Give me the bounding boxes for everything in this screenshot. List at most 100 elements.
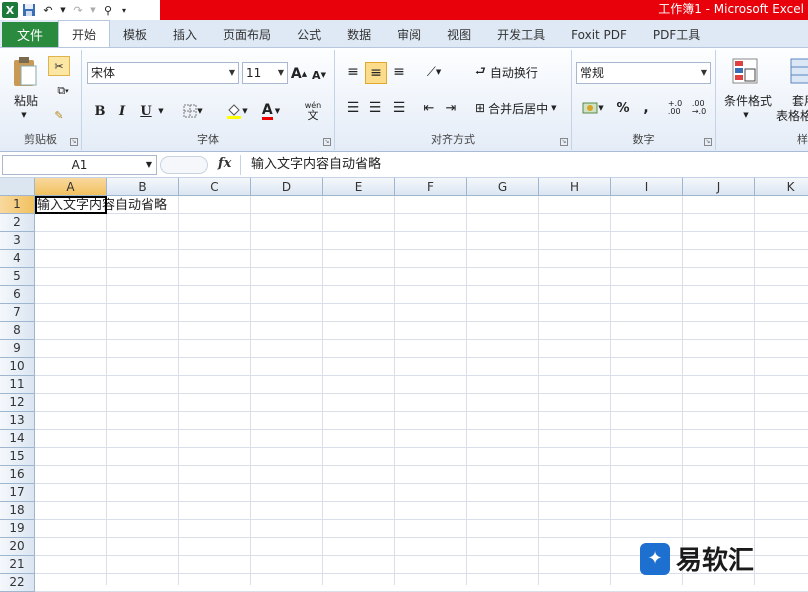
binoculars-icon[interactable]: ⚲ [100,2,116,18]
clipboard-launcher-icon[interactable]: ↘ [70,138,78,146]
tab-templates[interactable]: 模板 [110,22,160,47]
column-header-j[interactable]: J [683,178,755,196]
row-header-19[interactable]: 19 [0,520,35,538]
column-header-h[interactable]: H [539,178,611,196]
row-header-10[interactable]: 10 [0,358,35,376]
alignment-launcher-icon[interactable]: ↘ [560,138,568,146]
row-header-14[interactable]: 14 [0,430,35,448]
column-header-a[interactable]: A [35,178,107,196]
column-header-b[interactable]: B [107,178,179,196]
tab-data[interactable]: 数据 [334,22,384,47]
spreadsheet-grid[interactable]: ABCDEFGHIJK 1 2 3 4 5 6 7 8 9 10 11 12 13 14 15 16 17 18 1… [0,178,808,592]
underline-button[interactable]: U [136,100,156,122]
row-header-15[interactable]: 15 [0,448,35,466]
tab-formulas[interactable]: 公式 [284,22,334,47]
conditional-format-icon[interactable] [730,56,760,86]
redo-icon[interactable]: ↷ [70,2,86,18]
align-center-icon[interactable]: ☰ [365,98,385,118]
paste-icon[interactable] [8,54,42,90]
row-header-12[interactable]: 12 [0,394,35,412]
column-header-d[interactable]: D [251,178,323,196]
number-launcher-icon[interactable]: ↘ [704,138,712,146]
decrease-indent-icon[interactable]: ⇤ [419,98,439,118]
font-name-select[interactable]: 宋体 ▼ [87,62,239,84]
column-header-c[interactable]: C [179,178,251,196]
tab-insert[interactable]: 插入 [160,22,210,47]
column-header-f[interactable]: F [395,178,467,196]
comma-button[interactable]: , [638,98,654,118]
format-painter-icon[interactable]: ✎ [48,106,70,124]
font-launcher-icon[interactable]: ↘ [323,138,331,146]
bold-button[interactable]: B [90,100,110,122]
column-header-e[interactable]: E [323,178,395,196]
conditional-format-dropdown-icon[interactable]: ▼ [740,110,752,120]
column-header-k[interactable]: K [755,178,808,196]
redo-dropdown-icon[interactable]: ▼ [89,2,97,18]
tab-file[interactable]: 文件 [2,22,58,47]
row-header-7[interactable]: 7 [0,304,35,322]
undo-dropdown-icon[interactable]: ▼ [59,2,67,18]
align-left-icon[interactable]: ☰ [343,98,363,118]
cell-a1-selected[interactable] [35,196,107,214]
save-icon[interactable] [21,2,37,18]
row-header-1[interactable]: 1 [0,196,35,214]
align-bottom-icon[interactable]: ≡ [389,62,409,82]
row-header-21[interactable]: 21 [0,556,35,574]
number-format-select[interactable]: 常规 ▼ [576,62,711,84]
row-header-16[interactable]: 16 [0,466,35,484]
select-all-corner[interactable] [0,178,35,196]
tab-developer[interactable]: 开发工具 [484,22,558,47]
column-header-g[interactable]: G [467,178,539,196]
underline-dropdown-icon[interactable]: ▼ [156,102,166,120]
copy-icon[interactable]: ⧉ ▾ [48,82,78,100]
tab-view[interactable]: 视图 [434,22,484,47]
increase-decimal-button[interactable]: +.0 .00 [664,98,686,118]
row-header-17[interactable]: 17 [0,484,35,502]
orientation-icon[interactable]: ⟋ ▼ [419,62,449,82]
decrease-decimal-button[interactable]: .00 →.0 [688,98,710,118]
row-header-2[interactable]: 2 [0,214,35,232]
merge-center-button[interactable]: ⊞ 合并后居中 ▼ [475,98,570,118]
row-header-11[interactable]: 11 [0,376,35,394]
conditional-format-button[interactable]: 条件格式 [718,92,778,108]
align-top-icon[interactable]: ≡ [343,62,363,82]
paste-dropdown-icon[interactable]: ▼ [18,110,30,120]
grow-font-button[interactable]: A ▲ [290,64,308,84]
align-middle-icon[interactable]: ≡ [365,62,387,84]
phonetic-guide-icon[interactable]: wén 文 [296,98,330,124]
row-header-9[interactable]: 9 [0,340,35,358]
tab-pdf-tools[interactable]: PDF工具 [640,22,713,47]
name-box[interactable]: A1 ▼ [2,155,157,175]
row-header-18[interactable]: 18 [0,502,35,520]
tab-review[interactable]: 审阅 [384,22,434,47]
font-size-select[interactable]: 11 ▼ [242,62,288,84]
row-header-3[interactable]: 3 [0,232,35,250]
paste-button[interactable]: 粘贴 [6,92,46,108]
excel-app-icon[interactable]: X [2,2,18,18]
cut-icon[interactable]: ✂ [48,56,70,76]
row-header-6[interactable]: 6 [0,286,35,304]
customize-qat-icon[interactable]: ▾ [119,2,129,18]
accounting-format-icon[interactable]: ▼ [578,98,608,118]
fill-color-icon[interactable]: ▼ [222,100,252,122]
row-header-13[interactable]: 13 [0,412,35,430]
border-icon[interactable]: ▼ [178,100,208,122]
tab-page-layout[interactable]: 页面布局 [210,22,284,47]
formula-input[interactable]: 输入文字内容自动省略 [240,155,806,175]
italic-button[interactable]: I [112,100,132,122]
format-as-table-icon[interactable] [788,56,808,86]
row-header-20[interactable]: 20 [0,538,35,556]
row-header-22[interactable]: 22 [0,574,35,592]
percent-button[interactable]: % [614,98,632,118]
align-right-icon[interactable]: ☰ [389,98,409,118]
row-header-4[interactable]: 4 [0,250,35,268]
tab-foxit-pdf[interactable]: Foxit PDF [558,22,640,47]
increase-indent-icon[interactable]: ⇥ [441,98,461,118]
font-color-icon[interactable]: A ▼ [256,100,286,122]
column-header-i[interactable]: I [611,178,683,196]
wrap-text-button[interactable]: ⮐ 自动换行 [475,62,565,82]
row-header-5[interactable]: 5 [0,268,35,286]
undo-icon[interactable]: ↶ [40,2,56,18]
tab-home[interactable]: 开始 [58,20,111,47]
row-header-8[interactable]: 8 [0,322,35,340]
